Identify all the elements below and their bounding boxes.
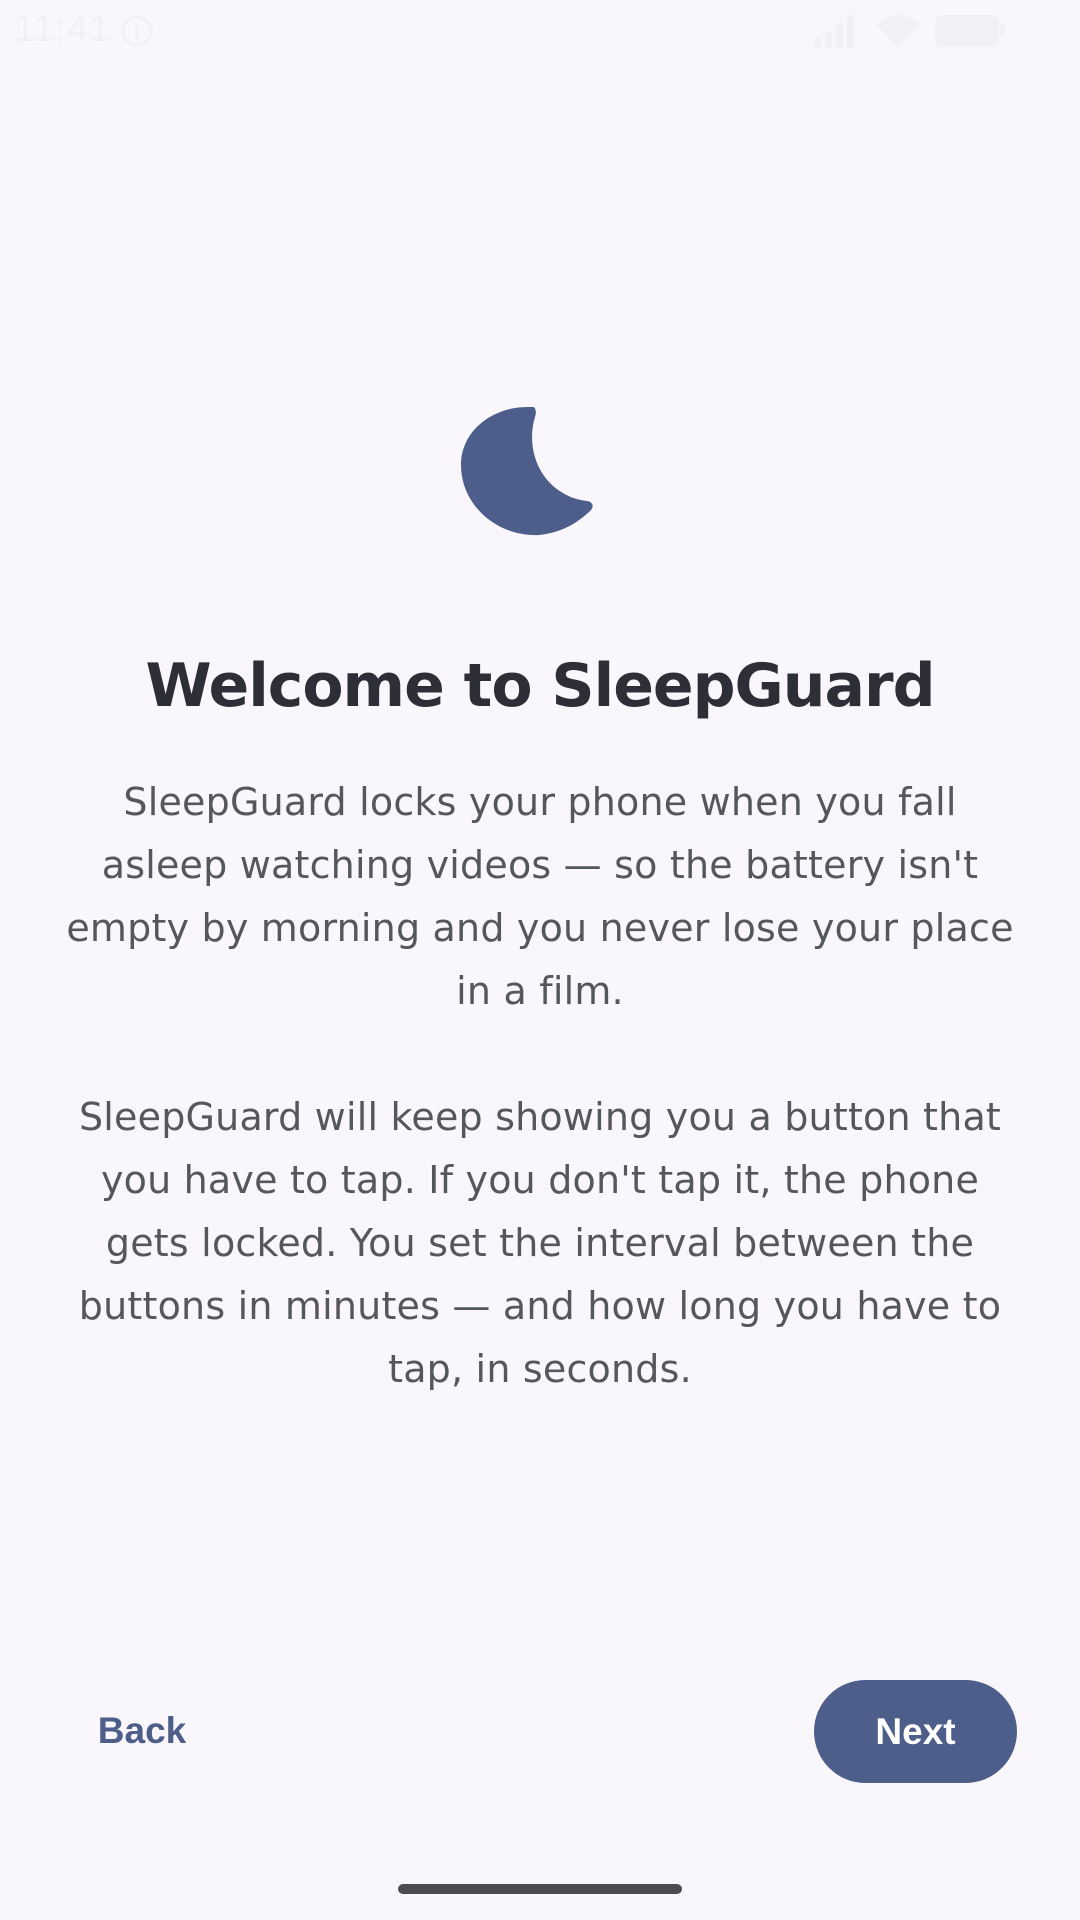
page-title: Welcome to SleepGuard bbox=[145, 651, 935, 721]
back-button[interactable]: Back bbox=[72, 1680, 212, 1782]
onboarding-screen: 11:41 Welcome to SleepGuard SleepGuard l… bbox=[0, 0, 1080, 1920]
info-icon bbox=[120, 14, 154, 48]
battery-icon bbox=[934, 14, 1006, 48]
home-indicator[interactable] bbox=[398, 1884, 682, 1894]
how-it-works-paragraph: SleepGuard will keep showing you a butto… bbox=[78, 1095, 1002, 1391]
wifi-icon bbox=[874, 12, 922, 50]
status-bar: 11:41 bbox=[0, 0, 1080, 62]
intro-paragraph: SleepGuard locks your phone when you fal… bbox=[66, 780, 1014, 1013]
signal-icon bbox=[812, 14, 860, 48]
moon-icon bbox=[455, 405, 605, 570]
next-button[interactable]: Next bbox=[814, 1680, 1017, 1783]
status-time: 11:41 bbox=[14, 8, 112, 50]
